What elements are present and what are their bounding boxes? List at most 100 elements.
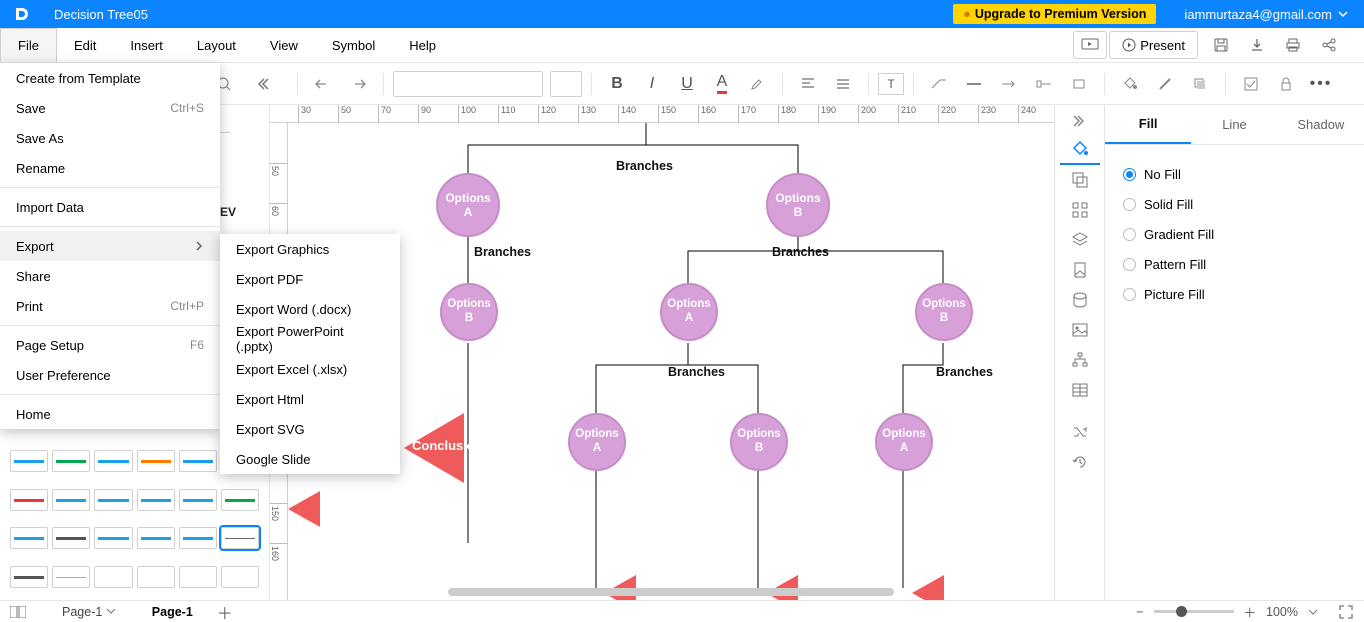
shape-thumbnail[interactable] bbox=[94, 566, 132, 588]
menu-share[interactable]: Share bbox=[0, 261, 220, 291]
scrollbar-horizontal[interactable] bbox=[448, 588, 894, 596]
shape-thumbnail[interactable] bbox=[221, 566, 259, 588]
tab-shadow[interactable]: Shadow bbox=[1278, 105, 1364, 144]
line-color-button[interactable] bbox=[1149, 69, 1181, 99]
page-tab-active[interactable]: Page-1 bbox=[152, 605, 193, 619]
menu-print[interactable]: PrintCtrl+P bbox=[0, 291, 220, 321]
export-google-slide[interactable]: Google Slide bbox=[220, 444, 400, 474]
zoom-slider[interactable] bbox=[1154, 610, 1234, 613]
node-options-b[interactable]: Options B bbox=[440, 283, 498, 341]
menu-home[interactable]: Home bbox=[0, 399, 220, 429]
style-fill-icon[interactable] bbox=[1060, 135, 1100, 165]
node-options-a[interactable]: Options A bbox=[568, 413, 626, 471]
align-v-button[interactable] bbox=[827, 69, 859, 99]
undo-button[interactable] bbox=[307, 69, 339, 99]
arrow-start-button[interactable] bbox=[993, 69, 1025, 99]
shape-thumbnail[interactable] bbox=[137, 450, 175, 472]
export-html[interactable]: Export Html bbox=[220, 384, 400, 414]
arrow-end-button[interactable] bbox=[1028, 69, 1060, 99]
export-pdf[interactable]: Export PDF bbox=[220, 264, 400, 294]
grid-icon[interactable] bbox=[1060, 195, 1100, 225]
highlight-button[interactable] bbox=[741, 69, 773, 99]
shape-thumbnail[interactable] bbox=[179, 527, 217, 549]
radio-pattern-fill[interactable]: Pattern Fill bbox=[1123, 249, 1346, 279]
node-options-b[interactable]: Options B bbox=[730, 413, 788, 471]
shadow-button[interactable] bbox=[1184, 69, 1216, 99]
menu-view[interactable]: View bbox=[253, 28, 315, 62]
shape-thumbnail[interactable] bbox=[52, 450, 90, 472]
upgrade-button[interactable]: ● Upgrade to Premium Version bbox=[953, 4, 1156, 24]
redo-button[interactable] bbox=[342, 69, 374, 99]
print-icon-button[interactable] bbox=[1276, 31, 1310, 59]
align-left-button[interactable] bbox=[792, 69, 824, 99]
shape-thumbnail[interactable] bbox=[94, 489, 132, 511]
menu-symbol[interactable]: Symbol bbox=[315, 28, 392, 62]
menu-edit[interactable]: Edit bbox=[57, 28, 113, 62]
underline-button[interactable]: U bbox=[671, 69, 703, 99]
slideshow-icon-button[interactable] bbox=[1073, 31, 1107, 59]
shape-thumbnail[interactable] bbox=[94, 527, 132, 549]
history-icon[interactable] bbox=[1060, 447, 1100, 477]
italic-button[interactable]: I bbox=[636, 69, 668, 99]
shape-thumbnail[interactable] bbox=[52, 489, 90, 511]
export-graphics[interactable]: Export Graphics bbox=[220, 234, 400, 264]
menu-insert[interactable]: Insert bbox=[113, 28, 180, 62]
export-word[interactable]: Export Word (.docx) bbox=[220, 294, 400, 324]
shape-thumbnail[interactable] bbox=[10, 450, 48, 472]
line-style-button[interactable] bbox=[958, 69, 990, 99]
text-box-button[interactable]: T bbox=[878, 73, 904, 95]
user-menu[interactable]: iammurtaza4@gmail.com bbox=[1184, 7, 1348, 22]
menu-create-template[interactable]: Create from Template bbox=[0, 63, 220, 93]
menu-save-as[interactable]: Save As bbox=[0, 123, 220, 153]
menu-file[interactable]: File bbox=[0, 28, 57, 62]
shape-thumbnail[interactable] bbox=[137, 566, 175, 588]
shape-thumbnail[interactable] bbox=[179, 450, 217, 472]
menu-user-preference[interactable]: User Preference bbox=[0, 360, 220, 390]
node-options-a[interactable]: Options A bbox=[436, 173, 500, 237]
shape-thumbnail[interactable] bbox=[137, 527, 175, 549]
shape-thumbnail[interactable] bbox=[10, 566, 48, 588]
fullscreen-button[interactable] bbox=[1338, 604, 1354, 620]
menu-help[interactable]: Help bbox=[392, 28, 453, 62]
chevron-down-icon[interactable] bbox=[1308, 607, 1318, 617]
export-powerpoint[interactable]: Export PowerPoint (.pptx) bbox=[220, 324, 400, 354]
share-icon-button[interactable] bbox=[1312, 31, 1346, 59]
conclusion-triangle-cut[interactable] bbox=[912, 575, 944, 600]
page-selector[interactable]: Page-1 bbox=[62, 605, 116, 619]
image-icon[interactable] bbox=[1060, 315, 1100, 345]
menu-import-data[interactable]: Import Data bbox=[0, 192, 220, 222]
menu-export[interactable]: Export bbox=[0, 231, 220, 261]
shape-thumbnail[interactable] bbox=[179, 566, 217, 588]
canvas[interactable]: Branches Options A Options B Branches Br… bbox=[288, 123, 1054, 600]
collapse-left-icon[interactable] bbox=[246, 69, 278, 99]
font-select[interactable] bbox=[393, 71, 543, 97]
shuffle-icon[interactable] bbox=[1060, 417, 1100, 447]
tree-icon[interactable] bbox=[1060, 345, 1100, 375]
export-excel[interactable]: Export Excel (.xlsx) bbox=[220, 354, 400, 384]
add-page-button[interactable]: ＋ bbox=[217, 600, 233, 622]
checkbox-button[interactable] bbox=[1235, 69, 1267, 99]
data-icon[interactable] bbox=[1060, 285, 1100, 315]
menu-rename[interactable]: Rename bbox=[0, 153, 220, 183]
pages-menu-icon[interactable] bbox=[10, 606, 26, 618]
shape-thumbnail[interactable] bbox=[221, 489, 259, 511]
shape-thumbnail[interactable] bbox=[10, 489, 48, 511]
conclusion-triangle-cut[interactable] bbox=[288, 491, 320, 527]
save-icon-button[interactable] bbox=[1204, 31, 1238, 59]
node-options-b[interactable]: Options B bbox=[915, 283, 973, 341]
page-icon[interactable] bbox=[1060, 255, 1100, 285]
node-options-a[interactable]: Options A bbox=[875, 413, 933, 471]
shape-thumbnail[interactable] bbox=[10, 527, 48, 549]
download-icon-button[interactable] bbox=[1240, 31, 1274, 59]
arrange-icon[interactable] bbox=[1060, 165, 1100, 195]
font-size-select[interactable] bbox=[550, 71, 582, 97]
radio-no-fill[interactable]: No Fill bbox=[1123, 159, 1346, 189]
zoom-in-button[interactable]: ＋ bbox=[1244, 602, 1257, 621]
bold-button[interactable]: B bbox=[601, 69, 633, 99]
radio-solid-fill[interactable]: Solid Fill bbox=[1123, 189, 1346, 219]
radio-picture-fill[interactable]: Picture Fill bbox=[1123, 279, 1346, 309]
present-button[interactable]: Present bbox=[1109, 31, 1198, 59]
shape-thumbnail[interactable] bbox=[179, 489, 217, 511]
menu-save[interactable]: SaveCtrl+S bbox=[0, 93, 220, 123]
shape-thumbnail[interactable] bbox=[221, 527, 259, 549]
